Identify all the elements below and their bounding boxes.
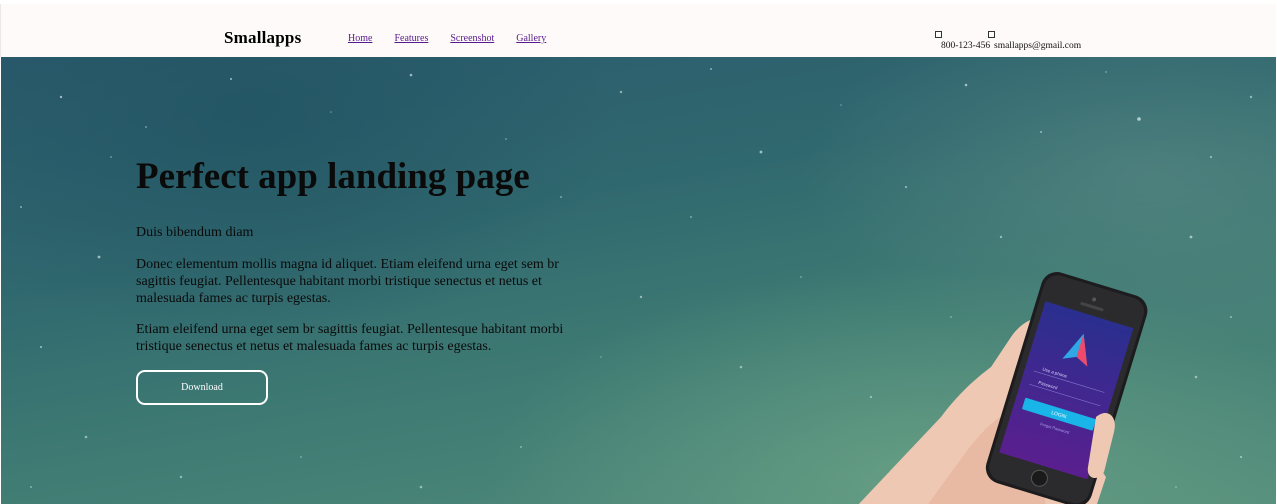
page: Smallapps Home Features Screenshot Galle… (0, 0, 1277, 504)
hero-section: Perfect app landing page Duis bibendum d… (1, 57, 1276, 504)
email-icon (988, 31, 995, 38)
main-nav: Home Features Screenshot Gallery (348, 33, 568, 44)
hero-paragraph-1: Donec elementum mollis magna id aliquet.… (136, 257, 559, 306)
phone-icon (935, 31, 942, 38)
nav-link-home[interactable]: Home (348, 33, 372, 44)
hero-subtitle: Duis bibendum diam (136, 225, 254, 240)
hero-title: Perfect app landing page (136, 156, 530, 197)
contact-email-text: smallapps@gmail.com (994, 41, 1082, 51)
download-button[interactable]: Download (136, 370, 268, 405)
hero-paragraph-2: Etiam eleifend urna eget sem br sagittis… (136, 322, 564, 354)
top-navbar: Smallapps Home Features Screenshot Galle… (0, 4, 1276, 57)
contact-phone-text: 800-123-456 (941, 41, 991, 51)
nav-link-features[interactable]: Features (394, 33, 428, 44)
brand-logo[interactable]: Smallapps (224, 28, 301, 48)
nav-link-gallery[interactable]: Gallery (516, 33, 546, 44)
hand-phone-illustration: Use a phone Password LOGIN Forgot Passwo… (858, 272, 1148, 504)
nav-link-screenshot[interactable]: Screenshot (450, 33, 494, 44)
